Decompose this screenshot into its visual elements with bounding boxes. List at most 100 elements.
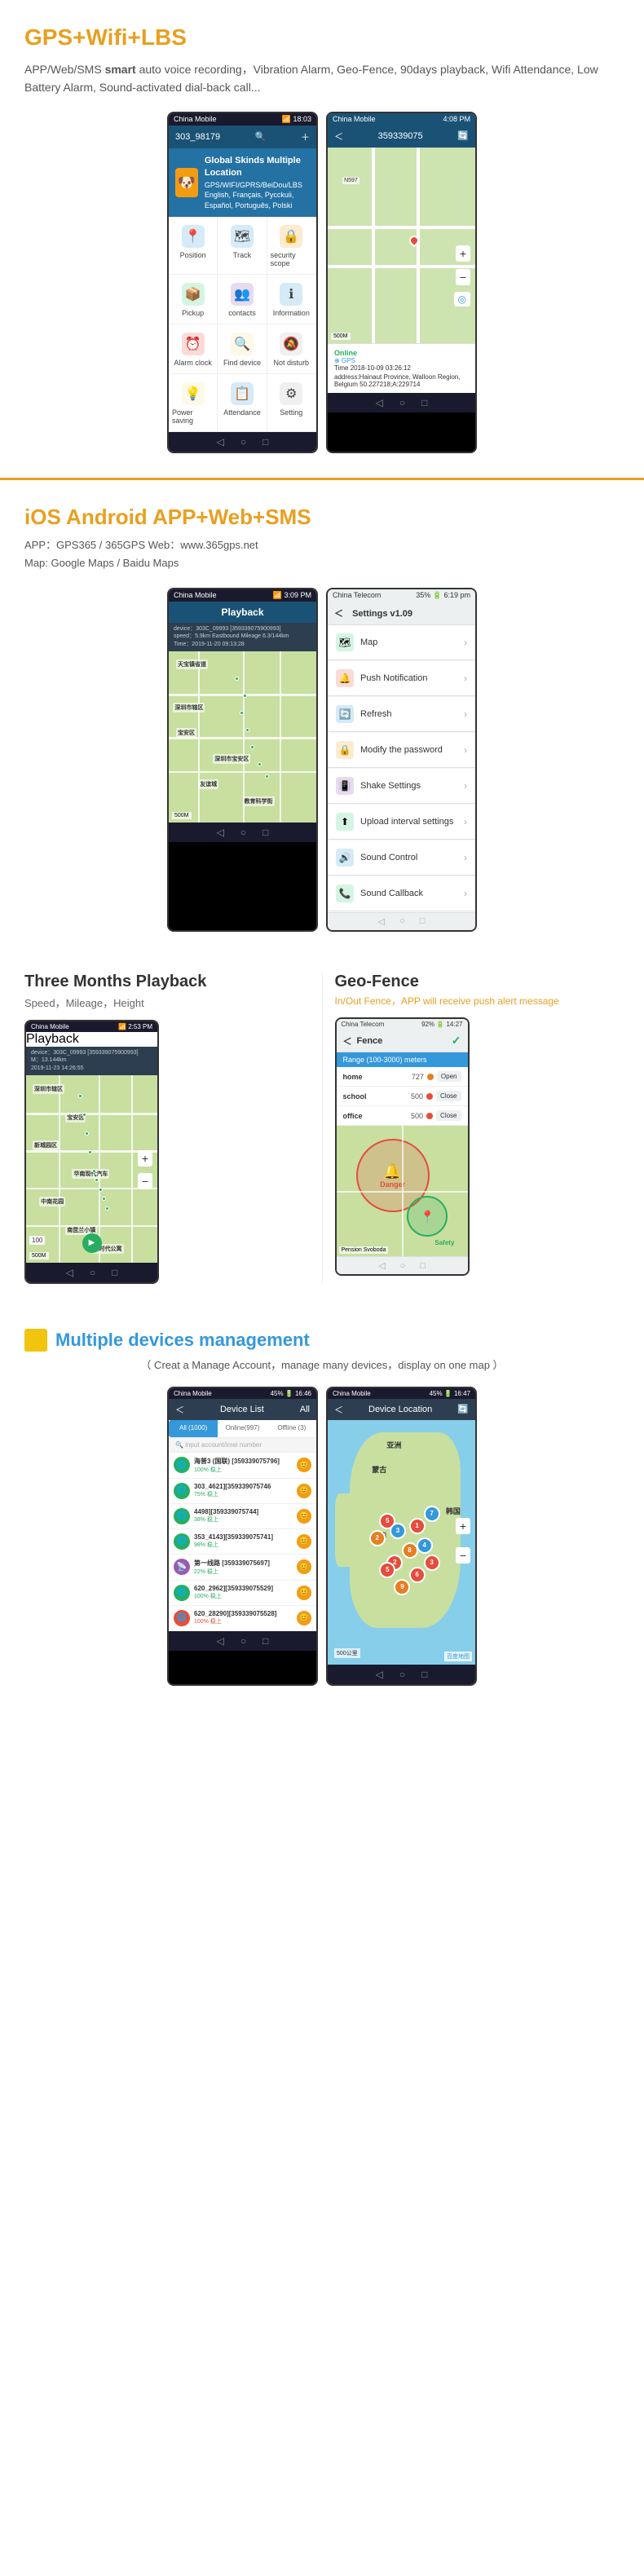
- korea-label: 韩国: [446, 1506, 461, 1516]
- 3m-zoom-in[interactable]: +: [138, 1150, 152, 1167]
- nav-recent-dl[interactable]: □: [262, 1635, 268, 1647]
- cluster-3[interactable]: 8: [402, 1542, 418, 1559]
- nav-back-3m[interactable]: ◁: [66, 1267, 73, 1278]
- nav-home-geo[interactable]: ○: [400, 1261, 406, 1271]
- dev-item-3[interactable]: 🌐 4498][359339075744] 38% 稳上 😊: [169, 1504, 316, 1529]
- menu-item-information[interactable]: ℹ Information: [267, 275, 316, 324]
- menu-item-attendance[interactable]: 📋 Attendance: [218, 374, 267, 432]
- nav-recent-3m[interactable]: □: [112, 1267, 117, 1278]
- not-disturb-icon: 🔕: [280, 333, 302, 355]
- nav-home-r[interactable]: ○: [399, 397, 405, 408]
- nav-back-geo[interactable]: ◁: [378, 1260, 385, 1271]
- nav-recent-geo[interactable]: □: [420, 1261, 426, 1271]
- play-button[interactable]: ▶: [82, 1233, 102, 1253]
- 3month-device: device：303C_09993 [359339075900993]: [31, 1049, 152, 1057]
- nav-back-dl[interactable]: ◁: [217, 1635, 224, 1647]
- devloc-back[interactable]: ＜: [334, 1403, 343, 1416]
- menu-item-alarm-clock[interactable]: ⏰ Alarm clock: [169, 324, 218, 374]
- section-multiple-devices: Multiple devices management （ Creat a Ma…: [0, 1308, 644, 1702]
- nav-home[interactable]: ○: [240, 436, 246, 448]
- dev-item-1[interactable]: 🌐 海普3 (国联) [359339075796] 100% 稳上 😊: [169, 1453, 316, 1479]
- search-icon-top[interactable]: 🔍: [255, 131, 267, 142]
- nav-recent-p[interactable]: □: [262, 827, 268, 838]
- filter-offline[interactable]: Offline (3): [267, 1420, 316, 1437]
- cluster-11[interactable]: 2: [369, 1530, 386, 1546]
- settings-item-refresh[interactable]: 🔄 Refresh ›: [328, 697, 475, 732]
- settings-title-bar: ＜ Settings v1.09: [328, 602, 475, 625]
- cluster-2[interactable]: 3: [390, 1523, 406, 1539]
- filter-all[interactable]: All (1000): [169, 1420, 218, 1437]
- app-info: APP：GPS365 / 365GPS Web：www.365gps.net: [24, 539, 258, 551]
- nav-home-devloc[interactable]: ○: [399, 1669, 405, 1680]
- devloc-zoom-in[interactable]: +: [456, 1518, 470, 1534]
- refresh-icon-right[interactable]: 🔄: [457, 130, 469, 141]
- zoom-in[interactable]: +: [456, 245, 470, 262]
- settings-carrier: China Telecom: [333, 591, 381, 600]
- menu-item-track[interactable]: 🗺 Track: [218, 217, 267, 275]
- fence-home-btn[interactable]: Open: [437, 1071, 461, 1082]
- cluster-6[interactable]: 6: [409, 1567, 426, 1583]
- devloc-zoom-out[interactable]: −: [456, 1547, 470, 1564]
- settings-item-map[interactable]: 🗺 Map ›: [328, 625, 475, 660]
- cluster-8[interactable]: 1: [409, 1518, 426, 1534]
- fence-office-dot: [426, 1113, 433, 1119]
- search-bar-devlist[interactable]: 🔍 input account/imei number: [169, 1438, 316, 1453]
- menu-item-find-device[interactable]: 🔍 Find device: [218, 324, 267, 374]
- nav-back-s[interactable]: ◁: [378, 916, 385, 927]
- settings-item-push[interactable]: 🔔 Push Notification ›: [328, 661, 475, 696]
- dev-item-2[interactable]: 🌐 303_4621][359339075746 75% 稳上 😊: [169, 1479, 316, 1504]
- devloc-refresh[interactable]: 🔄: [457, 1404, 469, 1414]
- settings-item-sound-control[interactable]: 🔊 Sound Control ›: [328, 840, 475, 876]
- search-placeholder-devlist: input account/imei number: [185, 1441, 262, 1449]
- menu-item-position[interactable]: 📍 Position: [169, 217, 218, 275]
- dev-avatar-1: 😊: [297, 1458, 311, 1472]
- dev-item-4[interactable]: 🌐 353_4143][359339075741] 98% 稳上 😊: [169, 1529, 316, 1555]
- menu-item-power-saving[interactable]: 💡 Power saving: [169, 374, 218, 432]
- map-playback-area: 天宝镇省道 深圳市辖区 宝安区 深圳市宝安区 友谊城 教育科学街 500M: [169, 651, 316, 823]
- devlist-back[interactable]: ＜: [175, 1403, 184, 1416]
- nav-back[interactable]: ◁: [217, 436, 224, 448]
- settings-item-password[interactable]: 🔒 Modify the password ›: [328, 733, 475, 768]
- menu-item-setting[interactable]: ⚙ Setting: [267, 374, 316, 432]
- nav-back-p[interactable]: ◁: [217, 827, 224, 838]
- nav-recent[interactable]: □: [262, 436, 268, 448]
- add-icon-top[interactable]: ＋: [301, 130, 310, 143]
- menu-item-not-disturb[interactable]: 🔕 Not disturb: [267, 324, 316, 374]
- filter-online[interactable]: Online(997): [218, 1420, 267, 1437]
- nav-home-p[interactable]: ○: [240, 827, 246, 838]
- geo-back[interactable]: ＜: [343, 1034, 352, 1048]
- nav-recent-r[interactable]: □: [421, 397, 427, 408]
- three-months-playback: Three Months Playback Speed，Mileage，Heig…: [24, 973, 322, 1284]
- fence-office-btn[interactable]: Close: [436, 1110, 461, 1121]
- nav-recent-devloc[interactable]: □: [421, 1669, 427, 1680]
- fence-school-btn[interactable]: Close: [436, 1091, 461, 1101]
- settings-item-upload[interactable]: ⬆ Upload interval settings ›: [328, 805, 475, 840]
- settings-item-sound-callback[interactable]: 📞 Sound Callback ›: [328, 876, 475, 911]
- zoom-out[interactable]: −: [456, 269, 470, 285]
- dev-item-5[interactable]: 📡 第一线路 [359339075697] 22% 稳上 😊: [169, 1555, 316, 1581]
- cluster-9[interactable]: 7: [424, 1506, 440, 1522]
- cluster-5[interactable]: 4: [417, 1537, 433, 1554]
- phone-settings: China Telecom 35% 🔋 6:19 pm ＜ Settings v…: [326, 588, 477, 932]
- cluster-10[interactable]: 3: [424, 1555, 440, 1571]
- settings-back-btn[interactable]: ＜: [334, 609, 343, 619]
- 3m-zoom-out[interactable]: −: [138, 1173, 152, 1189]
- menu-item-contacts[interactable]: 👥 contacts: [218, 275, 267, 324]
- menu-item-security-scope[interactable]: 🔒 security scope: [267, 217, 316, 275]
- dev-item-7[interactable]: 🌐 620_28290][359339075528] 100% 稳上 😊: [169, 1606, 316, 1631]
- device-text-info: Global Skinds Multiple Location GPS/WIFI…: [205, 155, 310, 211]
- nav-back-r[interactable]: ◁: [376, 397, 383, 408]
- nav-home-3m[interactable]: ○: [90, 1267, 95, 1278]
- locate-icon[interactable]: ◎: [454, 292, 470, 307]
- settings-title: Settings v1.09: [352, 609, 412, 619]
- dev-item-6[interactable]: 🌐 620_2962][359339075529] 100% 稳上 😊: [169, 1581, 316, 1606]
- nav-home-dl[interactable]: ○: [240, 1635, 246, 1647]
- nav-back-devloc[interactable]: ◁: [376, 1669, 383, 1680]
- settings-item-shake[interactable]: 📳 Shake Settings ›: [328, 769, 475, 804]
- geo-title-bar: ＜ Fence ✓: [337, 1030, 468, 1052]
- playback-title: Playback: [221, 607, 263, 618]
- nav-recent-s[interactable]: □: [420, 916, 426, 926]
- back-arrow[interactable]: ＜: [334, 130, 343, 143]
- menu-item-pickup[interactable]: 📦 Pickup: [169, 275, 218, 324]
- nav-home-s[interactable]: ○: [399, 916, 405, 926]
